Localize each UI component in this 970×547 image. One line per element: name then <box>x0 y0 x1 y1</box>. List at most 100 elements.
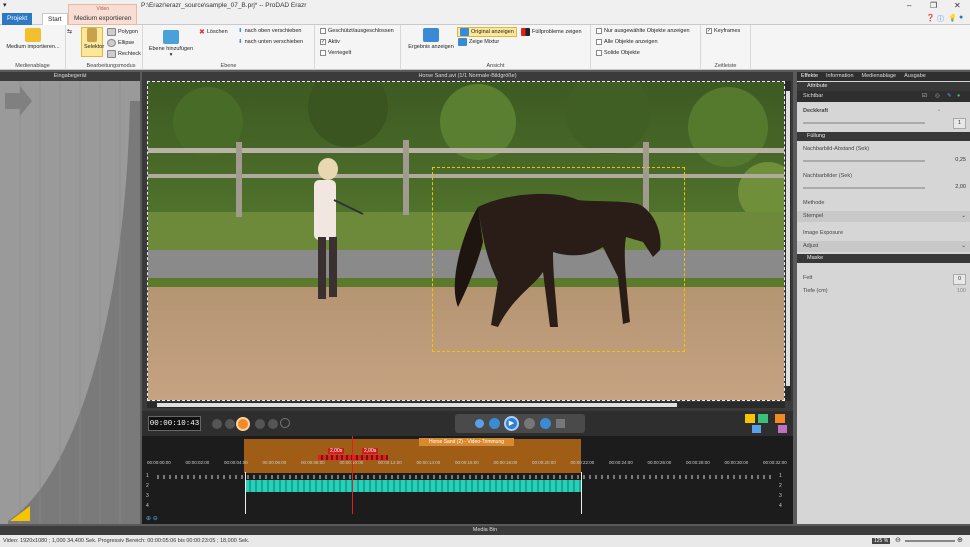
track-2-clip[interactable] <box>245 480 581 492</box>
target-icon[interactable]: ◎ <box>935 91 940 102</box>
zoom-out-icon[interactable]: ⊖ <box>895 535 901 547</box>
row-nachbarbild-abstand-slider: 0,25 <box>797 155 970 166</box>
section-attribute[interactable]: Attribute <box>797 82 970 91</box>
polygon-button[interactable]: Polygon <box>107 28 138 36</box>
zoom-fit-icon[interactable] <box>752 425 761 433</box>
account-icon[interactable]: ● <box>959 14 963 21</box>
zoom-tools-icon[interactable]: ⊕ ⊖ <box>146 515 158 522</box>
effects-panel: Effekte Information Medienablage Ausgabe… <box>797 72 970 524</box>
track-1-keyframes[interactable] <box>157 475 772 479</box>
tab-information[interactable]: Information <box>826 72 854 81</box>
nach-oben-button[interactable]: ⬆ nach oben verschieben <box>238 28 301 34</box>
info-icon[interactable]: ⓘ <box>937 14 944 24</box>
vscroll-thumb[interactable] <box>786 91 790 386</box>
range-marker-left[interactable]: 2,00s <box>328 448 345 454</box>
tab-effekte[interactable]: Effekte <box>801 72 818 81</box>
timeline[interactable]: Horse Sand (2) - Video-Trimmung 2,00s 2,… <box>142 436 793 524</box>
ergebnis-anzeigen-button[interactable]: Ergebnis anzeigen <box>405 28 457 50</box>
to-start-icon[interactable] <box>475 419 484 428</box>
tab-start[interactable]: Start <box>42 13 68 25</box>
zoom-slider[interactable] <box>905 540 955 542</box>
video-frame[interactable] <box>147 81 785 401</box>
prev-frame-icon[interactable] <box>212 419 222 429</box>
deckkraft-label: Deckkraft <box>803 108 829 114</box>
range-marker-right[interactable]: 2,00s <box>362 448 379 454</box>
rectangle-icon <box>107 50 116 58</box>
playhead[interactable] <box>352 436 353 514</box>
sichtbar-label: Sichtbar <box>803 93 824 99</box>
maximize-icon[interactable]: ❐ <box>930 1 937 10</box>
media-bin-bar[interactable]: Media Bin <box>0 526 970 535</box>
nachbarbilder-slider[interactable] <box>803 187 925 189</box>
keyframe-icon[interactable] <box>775 414 785 423</box>
checkbox-icon <box>596 39 602 45</box>
marker-out-icon[interactable] <box>758 414 768 423</box>
zoom-in-icon[interactable]: ⊕ <box>957 535 963 547</box>
reset-icon[interactable]: ◦ <box>938 106 940 117</box>
nach-unten-button[interactable]: ⬇ nach unten verschieben <box>238 39 303 45</box>
deckkraft-slider[interactable] <box>803 122 925 124</box>
medium-import-button[interactable]: Medium importieren... <box>2 28 64 50</box>
geschuetzt-checkbox[interactable]: Geschützt/ausgeschlossen <box>320 28 394 34</box>
image-exposure-select[interactable]: Adjust ⌄ <box>797 241 970 252</box>
stop-icon[interactable] <box>556 419 565 428</box>
app-menu-icon[interactable]: ▾ <box>3 1 7 9</box>
next-frame-icon[interactable] <box>268 419 278 429</box>
tab-ausgabe[interactable]: Ausgabe <box>904 72 926 81</box>
checkbox-checked-icon: ✓ <box>706 28 712 34</box>
tab-projekt[interactable]: Projekt <box>2 13 33 25</box>
horizontal-scrollbar[interactable] <box>147 402 785 408</box>
pause-icon[interactable] <box>524 418 535 429</box>
minimize-icon[interactable]: – <box>907 1 911 10</box>
loeschen-label: Löschen <box>206 29 228 35</box>
forward-icon[interactable] <box>255 419 265 429</box>
rechteck-button[interactable]: Rechteck <box>107 50 141 58</box>
nachbarbilder-value[interactable]: 2,00 <box>955 182 966 193</box>
ellipse-button[interactable]: Ellipse <box>107 39 134 47</box>
methode-select[interactable]: Stempel ⌄ <box>797 211 970 222</box>
deckkraft-value[interactable]: 1 <box>952 118 966 129</box>
loop-icon[interactable] <box>280 418 290 428</box>
pressure-curve-graph[interactable] <box>0 81 140 524</box>
vertical-scrollbar[interactable] <box>785 81 791 401</box>
alle-objekte-checkbox[interactable]: Alle Objekte anzeigen <box>596 39 658 45</box>
timecode-display[interactable]: 00:00:10:43 <box>148 416 201 431</box>
section-maske[interactable]: Maske <box>797 254 970 263</box>
keyframes-checkbox[interactable]: ✓ Keyframes <box>706 28 740 34</box>
help-icon[interactable]: ❓ <box>926 14 935 22</box>
step-forward-icon[interactable] <box>540 418 551 429</box>
nur-ausgewaehlte-checkbox[interactable]: Nur ausgewählte Objekte anzeigen <box>596 28 690 34</box>
ebene-hinzufuegen-button[interactable]: Ebene hinzufügen ▾ <box>146 30 196 58</box>
section-fuellung[interactable]: Füllung <box>797 132 970 141</box>
tab-medienablage-right[interactable]: Medienablage <box>862 72 897 81</box>
track-area: 1 2 3 4 1 2 3 4 <box>142 472 793 514</box>
tab-medium-exportieren[interactable]: Video Medium exportieren <box>68 4 138 25</box>
scrollbar-thumb[interactable] <box>157 403 677 407</box>
fett-value[interactable]: 0 <box>952 274 966 285</box>
pen-icon[interactable]: ✎ <box>947 91 952 102</box>
nachbarbild-abstand-value[interactable]: 0,25 <box>955 155 966 166</box>
fuellprobleme-button[interactable]: Füllprobleme zeigen <box>521 28 582 36</box>
selektor-button[interactable]: Selektor <box>81 27 104 57</box>
record-icon[interactable] <box>236 417 250 431</box>
mask-icon[interactable] <box>778 425 787 433</box>
sichtbar-checkbox[interactable]: ☑ <box>922 91 927 102</box>
zeige-mixtur-button[interactable]: Zeige Mixtur <box>458 38 499 46</box>
tip-bulb-icon[interactable]: 💡 <box>948 14 957 22</box>
aktiv-checkbox[interactable]: ✓ Aktiv <box>320 39 340 45</box>
close-icon[interactable]: ✕ <box>954 1 961 10</box>
solide-objekte-checkbox[interactable]: Solide Objekte <box>596 50 640 56</box>
loeschen-button[interactable]: ✖ Löschen <box>199 28 228 36</box>
verriegelt-checkbox[interactable]: Verriegelt <box>320 50 351 56</box>
step-back-icon[interactable] <box>489 418 500 429</box>
original-anzeigen-button[interactable]: Original anzeigen <box>457 27 517 37</box>
medium-import-label: Medium importieren... <box>6 44 60 50</box>
marker-in-icon[interactable] <box>745 414 755 423</box>
collapse-icon[interactable]: ⇆ <box>67 28 72 35</box>
rewind-icon[interactable] <box>225 419 235 429</box>
tab-medium-label: Medium exportieren <box>74 15 132 22</box>
nachbarbild-abstand-slider[interactable] <box>803 160 925 162</box>
play-icon[interactable]: ▶ <box>504 416 519 431</box>
selection-rectangle[interactable] <box>432 167 685 352</box>
tiefe-value[interactable]: 100 <box>957 286 966 297</box>
